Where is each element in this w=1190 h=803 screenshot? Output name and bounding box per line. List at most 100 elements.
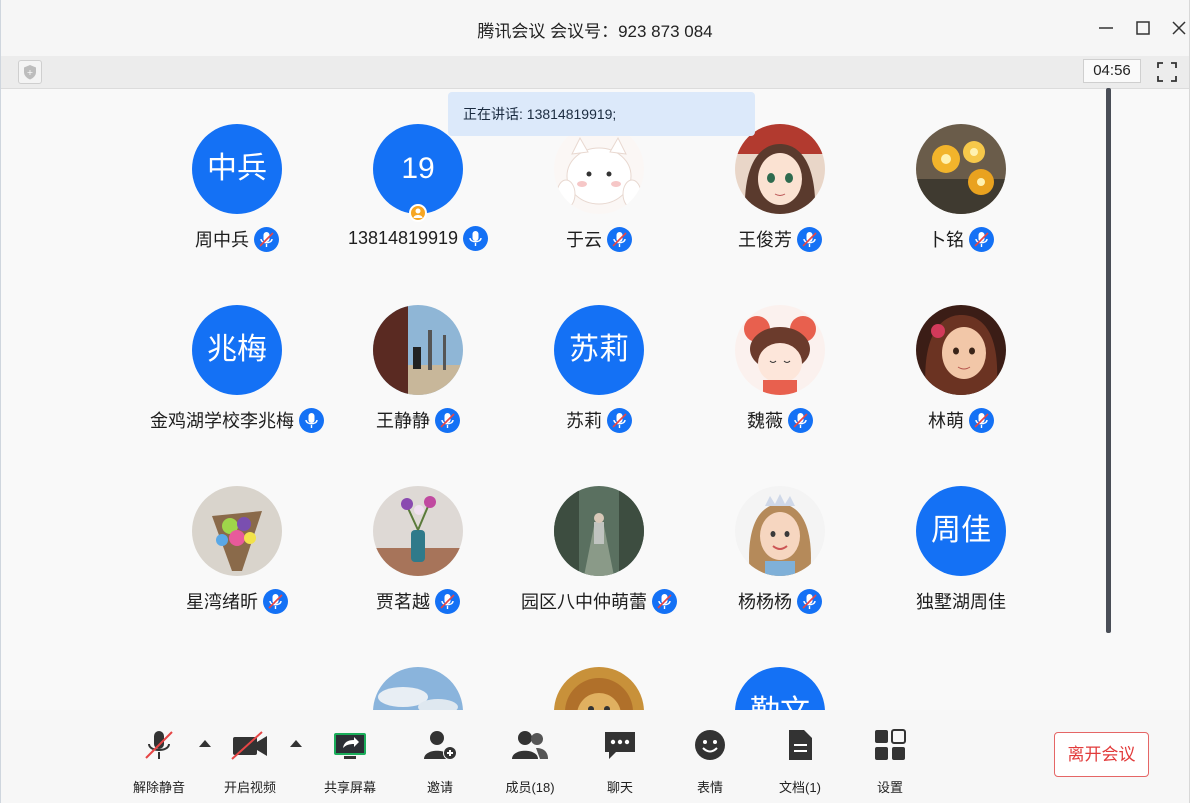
participant-tile[interactable]: 苏莉 苏莉 <box>509 305 689 475</box>
participant-tile[interactable]: 星湾绪昕 <box>147 486 327 656</box>
participant-tile[interactable]: 魏薇 <box>690 305 870 475</box>
sky-photo-avatar <box>373 667 463 710</box>
participant-name: 林萌 <box>928 411 964 431</box>
avatar: 中兵 <box>192 124 282 214</box>
participant-tile[interactable]: 杨杨杨 <box>690 486 870 656</box>
anime-girl-avatar <box>735 124 825 214</box>
mic-off-icon <box>145 731 173 759</box>
participant-tile[interactable]: 卜铭 <box>871 124 1051 294</box>
mic-muted-icon[interactable] <box>435 588 460 614</box>
mic-muted-icon[interactable] <box>969 226 994 252</box>
participant-tile[interactable] <box>509 667 689 710</box>
mic-muted-icon[interactable] <box>969 407 994 433</box>
bottom-toolbar: 解除静音 开启视频 共享屏幕 邀请 成员(18) 聊天 表情 文档(1) 设置 … <box>1 710 1189 803</box>
mic-muted-icon[interactable] <box>254 226 279 252</box>
forest-path-avatar <box>554 486 644 576</box>
speaking-indicator: 正在讲话: 13814819919; <box>448 92 755 136</box>
participant-tile[interactable]: 周佳 独墅湖周佳 <box>871 486 1051 656</box>
participant-tile[interactable]: 林萌 <box>871 305 1051 475</box>
settings-button[interactable]: 设置 <box>855 728 925 795</box>
flower-bouquet-avatar <box>192 486 282 576</box>
mic-muted-icon[interactable] <box>263 588 288 614</box>
video-off-icon <box>231 731 267 760</box>
participant-grid: 中兵 周中兵 19 13814819919 于云 王俊芳 卜铭 兆梅 金鸡湖学校… <box>1 88 1101 710</box>
share-screen-icon <box>334 733 366 759</box>
documents-button[interactable]: 文档(1) <box>765 728 835 795</box>
girl-portrait-avatar <box>916 305 1006 395</box>
participant-tile[interactable]: 王俊芳 <box>690 124 870 294</box>
mic-muted-icon[interactable] <box>797 588 822 614</box>
avatar: 兆梅 <box>192 305 282 395</box>
svg-text:+: + <box>27 68 34 77</box>
participant-name: 贾茗越 <box>376 592 430 612</box>
participant-name: 星湾绪昕 <box>186 592 258 612</box>
participant-name: 卜铭 <box>928 230 964 250</box>
video-options-caret-icon[interactable] <box>290 740 302 747</box>
participant-tile[interactable]: 兆梅 金鸡湖学校李兆梅 <box>147 305 327 475</box>
security-shield-icon[interactable]: + <box>18 60 42 84</box>
participant-tile[interactable]: 贾茗越 <box>328 486 508 656</box>
participant-tile[interactable]: 中兵 周中兵 <box>147 124 327 294</box>
host-icon <box>409 204 427 222</box>
chat-button[interactable]: 聊天 <box>585 728 655 795</box>
vase-flowers-avatar <box>373 486 463 576</box>
document-icon <box>789 730 812 760</box>
status-bar: + 04:56 <box>1 56 1189 89</box>
participant-tile[interactable]: 王静静 <box>328 305 508 475</box>
cartoon-bear-girl-avatar <box>735 305 825 395</box>
chat-icon <box>605 732 635 759</box>
mic-muted-icon[interactable] <box>435 407 460 433</box>
scrollbar[interactable] <box>1106 88 1111 633</box>
avatar: 苏莉 <box>554 305 644 395</box>
avatar: 周佳 <box>916 486 1006 576</box>
girl-tiara-avatar <box>735 486 825 576</box>
title-bar: 腾讯会议 会议号：923 873 084 <box>1 0 1189 57</box>
participant-tile[interactable]: 19 13814819919 <box>328 124 508 294</box>
leave-meeting-button[interactable]: 离开会议 <box>1054 732 1149 777</box>
meeting-window: 腾讯会议 会议号：923 873 084 + 04:56 正在讲话: 13814… <box>0 0 1190 803</box>
smile-icon <box>695 730 725 760</box>
minimize-icon[interactable] <box>1095 17 1117 39</box>
avatar: 19 <box>373 124 463 214</box>
emoji-button[interactable]: 表情 <box>675 728 745 795</box>
unmute-button[interactable]: 解除静音 <box>124 728 194 795</box>
maximize-icon[interactable] <box>1132 17 1154 39</box>
close-icon[interactable] <box>1168 17 1190 39</box>
participant-name: 魏薇 <box>747 411 783 431</box>
participant-name: 杨杨杨 <box>738 592 792 612</box>
members-icon <box>512 731 548 759</box>
grid-settings-icon <box>875 729 906 760</box>
participant-name: 苏莉 <box>566 411 602 431</box>
participant-name: 王静静 <box>376 411 430 431</box>
participant-name: 园区八中仲萌蕾 <box>521 592 647 612</box>
participant-name: 周中兵 <box>195 230 249 250</box>
meeting-timer: 04:56 <box>1083 59 1141 83</box>
participant-name: 13814819919 <box>347 228 459 248</box>
mic-options-caret-icon[interactable] <box>199 740 211 747</box>
mic-muted-icon[interactable] <box>788 407 813 433</box>
settings-label: 设置 <box>876 780 903 795</box>
mic-muted-icon[interactable] <box>607 407 632 433</box>
window-title: 腾讯会议 会议号：923 873 084 <box>477 22 713 41</box>
members-button[interactable]: 成员(18) <box>495 728 565 795</box>
participant-name: 金鸡湖学校李兆梅 <box>150 411 294 431</box>
participant-name: 王俊芳 <box>738 230 792 250</box>
street-photo-avatar <box>373 305 463 395</box>
invite-button[interactable]: 邀请 <box>405 728 475 795</box>
start-video-button[interactable]: 开启视频 <box>215 728 285 795</box>
fullscreen-icon[interactable] <box>1154 59 1180 85</box>
participant-tile[interactable] <box>328 667 508 710</box>
lion-photo-avatar <box>554 667 644 710</box>
yellow-flowers-avatar <box>916 124 1006 214</box>
avatar: 勤文 <box>735 667 825 710</box>
participant-tile[interactable]: 于云 <box>509 124 689 294</box>
mic-muted-icon[interactable] <box>607 226 632 252</box>
cartoon-cat-avatar <box>554 124 644 214</box>
mic-muted-icon[interactable] <box>797 226 822 252</box>
participant-name: 于云 <box>566 230 602 250</box>
participant-tile[interactable]: 园区八中仲萌蕾 <box>509 486 689 656</box>
add-user-icon <box>424 731 457 760</box>
share-screen-button[interactable]: 共享屏幕 <box>315 728 385 795</box>
participant-tile[interactable]: 勤文 <box>690 667 870 710</box>
participant-name: 独墅湖周佳 <box>916 592 1006 612</box>
